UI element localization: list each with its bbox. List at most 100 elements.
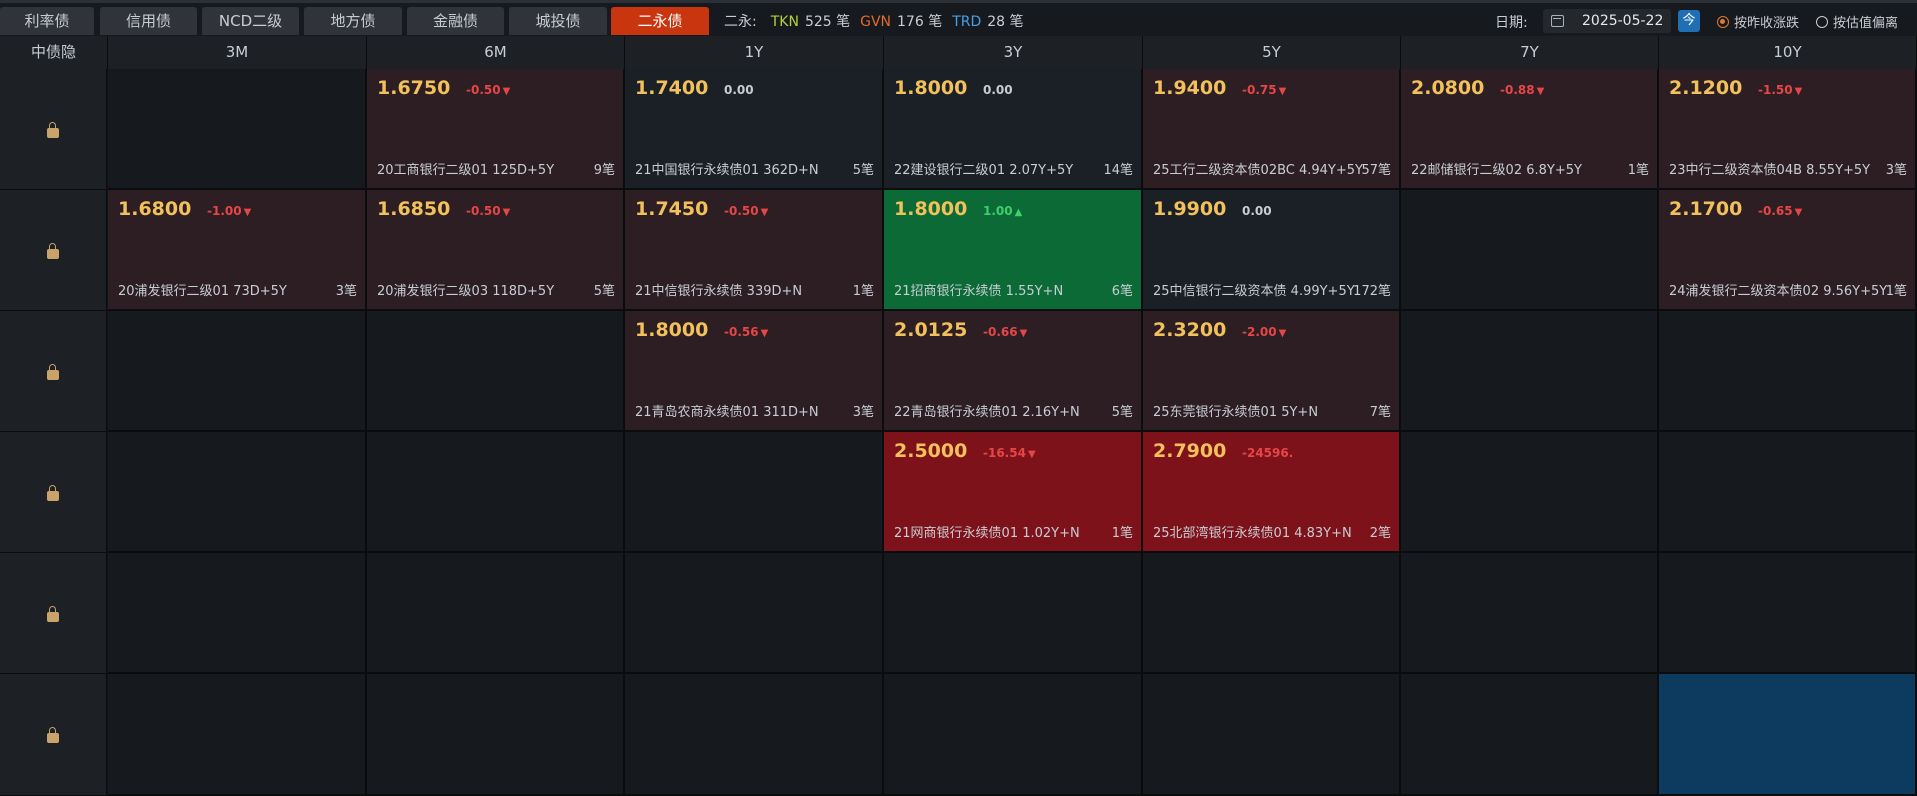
tab-financial-bonds[interactable]: 金融债 [407, 7, 504, 35]
date-picker[interactable]: 2025-05-22 [1543, 9, 1671, 33]
today-button[interactable]: 今 [1678, 10, 1700, 32]
empty-cell[interactable] [1143, 553, 1401, 674]
lock-icon[interactable] [47, 727, 59, 743]
quote-change-value: -2.00 [1242, 325, 1277, 339]
quote-cell[interactable]: 2.5000 -16.54 ▼ 21网商银行永续债01 1.02Y+N 1笔 [884, 432, 1143, 553]
tab-local-bonds[interactable]: 地方债 [304, 7, 402, 35]
quote-cell[interactable]: 1.9900 0.00 25中信银行二级资本债 4.99Y+5Y 172笔 [1143, 190, 1401, 311]
empty-cell[interactable] [1659, 553, 1917, 674]
quote-cell[interactable]: 1.8000 0.00 22建设银行二级01 2.07Y+5Y 14笔 [884, 69, 1143, 190]
column-header-1y: 1Y [625, 36, 884, 69]
quote-cell[interactable]: 1.6800 -1.00 ▼ 20浦发银行二级01 73D+5Y 3笔 [108, 190, 367, 311]
down-arrow-icon: ▼ [243, 207, 252, 218]
bond-name: 25工行二级资本债02BC 4.94Y+5Y [1153, 163, 1363, 178]
quote-cell[interactable]: 2.0800 -0.88 ▼ 22邮储银行二级02 6.8Y+5Y 1笔 [1401, 69, 1659, 190]
quote-change-value: -1.00 [207, 204, 242, 218]
quote-cell[interactable]: 1.9400 -0.75 ▼ 25工行二级资本债02BC 4.94Y+5Y 57笔 [1143, 69, 1401, 190]
empty-cell[interactable] [625, 674, 884, 796]
empty-cell[interactable] [1659, 674, 1917, 796]
trade-count: 1笔 [1627, 163, 1649, 178]
empty-cell[interactable] [625, 553, 884, 674]
quote-price: 1.6750 [377, 77, 451, 99]
quote-change: 0.00 [983, 83, 1013, 97]
quote-price: 1.7450 [635, 198, 709, 220]
empty-cell[interactable] [367, 432, 625, 553]
quote-cell[interactable]: 1.6750 -0.50 ▼ 20工商银行二级01 125D+5Y 9笔 [367, 69, 625, 190]
radio-by-valuation-deviation[interactable]: 按估值偏离 [1816, 12, 1898, 31]
quote-cell[interactable]: 1.8000 1.00 ▲ 21招商银行永续债 1.55Y+N 6笔 [884, 190, 1143, 311]
empty-cell[interactable] [625, 432, 884, 553]
row-header [0, 674, 107, 796]
trade-count: 9笔 [593, 163, 615, 178]
row-header [0, 311, 107, 432]
column-header-3m: 3M [108, 36, 367, 69]
tab-ncd[interactable]: NCD二级 [202, 7, 299, 35]
down-arrow-icon: ▼ [1027, 449, 1036, 460]
lock-icon[interactable] [47, 605, 59, 622]
radio-by-prev-close[interactable]: 按昨收涨跌 [1717, 12, 1799, 31]
empty-cell[interactable] [1401, 674, 1659, 796]
empty-cell[interactable] [1659, 432, 1917, 553]
quote-change-value: -0.50 [724, 204, 759, 218]
column-header-6m: 6M [367, 36, 625, 69]
quote-cell[interactable]: 2.3200 -2.00 ▼ 25东莞银行永续债01 5Y+N 7笔 [1143, 311, 1401, 432]
empty-cell[interactable] [1401, 311, 1659, 432]
down-arrow-icon: ▼ [1794, 207, 1803, 218]
lock-icon[interactable] [47, 484, 59, 501]
quote-price: 2.7900 [1153, 440, 1227, 462]
quote-cell[interactable]: 1.7450 -0.50 ▼ 21中信银行永续债 339D+N 1笔 [625, 190, 884, 311]
corner-label[interactable]: 中债隐 [0, 36, 108, 69]
empty-cell[interactable] [367, 674, 625, 796]
empty-cell[interactable] [884, 553, 1143, 674]
radio-label: 按昨收涨跌 [1734, 16, 1800, 31]
tab-rate-bonds[interactable]: 利率债 [0, 7, 94, 35]
quote-change: -0.50 ▼ [466, 204, 510, 218]
lock-icon[interactable] [47, 363, 59, 380]
quote-cell[interactable]: 1.8000 -0.56 ▼ 21青岛农商永续债01 311D+N 3笔 [625, 311, 884, 432]
lock-icon[interactable] [47, 242, 59, 259]
empty-cell[interactable] [1143, 674, 1401, 796]
quote-cell[interactable]: 2.1200 -1.50 ▼ 23中行二级资本债04B 8.55Y+5Y 3笔 [1659, 69, 1917, 190]
quote-price: 2.0800 [1411, 77, 1485, 99]
empty-cell[interactable] [367, 311, 625, 432]
quote-cell[interactable]: 1.7400 0.00 21中国银行永续债01 362D+N 5笔 [625, 69, 884, 190]
quote-change-value: -0.56 [724, 325, 759, 339]
date-label: 日期: [1495, 15, 1528, 31]
quote-change-value: -0.50 [466, 204, 501, 218]
down-arrow-icon: ▼ [1278, 86, 1287, 97]
empty-cell[interactable] [108, 69, 367, 190]
quote-price: 2.5000 [894, 440, 968, 462]
empty-cell[interactable] [108, 311, 367, 432]
tab-perpetual-bonds[interactable]: 二永债 [611, 7, 709, 35]
bond-name: 20浦发银行二级01 73D+5Y [118, 284, 287, 299]
empty-cell[interactable] [108, 674, 367, 796]
down-arrow-icon: ▼ [502, 207, 511, 218]
empty-cell[interactable] [1401, 553, 1659, 674]
empty-cell[interactable] [1659, 311, 1917, 432]
tab-urban-investment[interactable]: 城投债 [509, 7, 607, 35]
quote-cell[interactable]: 2.1700 -0.65 ▼ 24浦发银行二级资本债02 9.56Y+5Y 1笔 [1659, 190, 1917, 311]
bond-name: 21中国银行永续债01 362D+N [635, 163, 819, 178]
down-arrow-icon: ▼ [1536, 86, 1545, 97]
quote-cell[interactable]: 1.6850 -0.50 ▼ 20浦发银行二级03 118D+5Y 5笔 [367, 190, 625, 311]
quote-change-value: -0.66 [983, 325, 1018, 339]
empty-cell[interactable] [884, 674, 1143, 796]
lock-icon[interactable] [47, 121, 59, 138]
empty-cell[interactable] [108, 432, 367, 553]
up-arrow-icon: ▲ [1014, 207, 1023, 218]
quote-change-value: -0.50 [466, 83, 501, 97]
summary-prefix: 二永: [724, 14, 757, 30]
empty-cell[interactable] [108, 553, 367, 674]
empty-cell[interactable] [1401, 432, 1659, 553]
trade-count: 3笔 [1885, 163, 1907, 178]
quote-cell[interactable]: 2.7900 -24596.0 25北部湾银行永续债01 4.83Y+N 2笔 [1143, 432, 1401, 553]
quote-price: 1.8000 [894, 77, 968, 99]
quote-change-value: -0.75 [1242, 83, 1277, 97]
empty-cell[interactable] [1401, 190, 1659, 311]
quote-price: 1.6850 [377, 198, 451, 220]
tab-credit-bonds[interactable]: 信用债 [100, 7, 197, 35]
empty-cell[interactable] [367, 553, 625, 674]
bond-name: 21网商银行永续债01 1.02Y+N [894, 526, 1080, 541]
quote-cell[interactable]: 2.0125 -0.66 ▼ 22青岛银行永续债01 2.16Y+N 5笔 [884, 311, 1143, 432]
down-arrow-icon: ▼ [1794, 86, 1803, 97]
